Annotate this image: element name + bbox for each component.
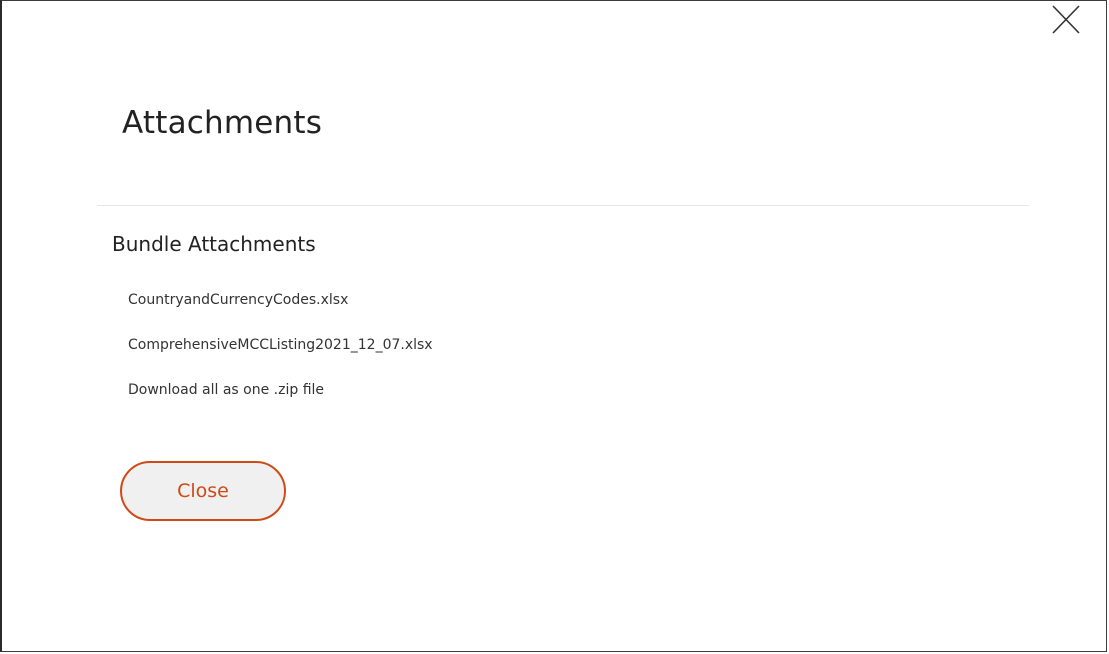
close-icon-graphic [1052, 5, 1080, 34]
bundle-attachments-heading: Bundle Attachments [112, 232, 316, 256]
attachments-dialog: Attachments Bundle Attachments Countryan… [0, 0, 1107, 652]
dialog-title: Attachments [122, 105, 323, 141]
attachment-list: CountryandCurrencyCodes.xlsx Comprehensi… [128, 289, 433, 424]
close-button[interactable]: Close [120, 461, 286, 521]
attachment-link-mcc-listing[interactable]: ComprehensiveMCCListing2021_12_07.xlsx [128, 334, 433, 356]
attachment-link-country-currency-codes[interactable]: CountryandCurrencyCodes.xlsx [128, 289, 433, 311]
title-divider [97, 205, 1029, 206]
close-icon[interactable] [1046, 3, 1084, 37]
download-all-zip-link[interactable]: Download all as one .zip file [128, 379, 433, 401]
